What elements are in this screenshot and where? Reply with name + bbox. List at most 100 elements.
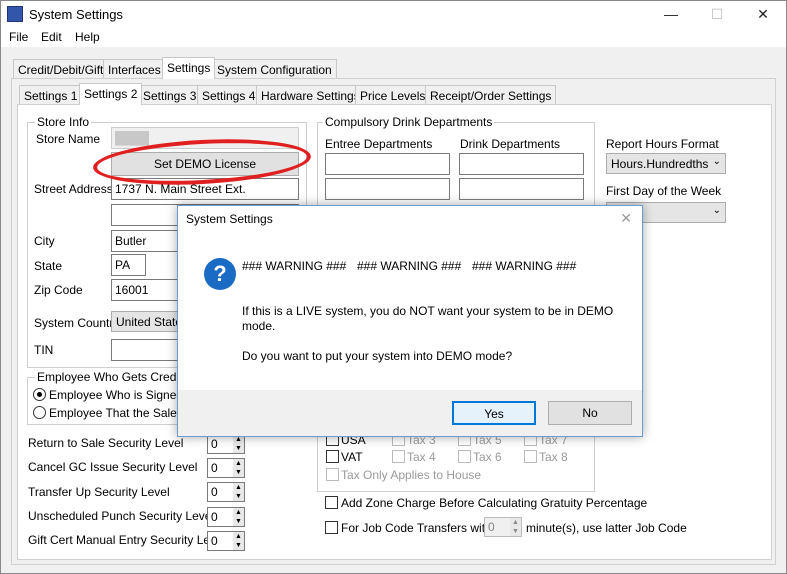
- return-sale-security-label: Return to Sale Security Level: [28, 436, 184, 450]
- report-hours-format-combo[interactable]: Hours.Hundredths ⌄: [606, 153, 726, 174]
- spin-up-icon: ▲: [233, 459, 244, 468]
- window-title: System Settings: [29, 7, 123, 22]
- zone-charge-label: Add Zone Charge Before Calculating Gratu…: [341, 496, 648, 510]
- yes-button[interactable]: Yes: [452, 401, 536, 425]
- spin-up-icon: ▲: [233, 483, 244, 492]
- cancel-gc-security-label: Cancel GC Issue Security Level: [28, 460, 198, 474]
- job-code-minutes-spinner[interactable]: 0 ▲ ▼: [484, 517, 522, 537]
- tab-price-levels[interactable]: Price Levels: [355, 85, 431, 105]
- drink-departments-title: Compulsory Drink Departments: [323, 115, 495, 129]
- employee-signed-radio[interactable]: [33, 388, 46, 401]
- vat-checkbox[interactable]: [326, 450, 339, 463]
- tab-hardware-settings[interactable]: Hardware Settings: [256, 85, 365, 105]
- report-hours-format-value: Hours.Hundredths: [611, 157, 709, 171]
- minimize-button[interactable]: —: [648, 1, 694, 27]
- store-name-field[interactable]: ████: [111, 127, 299, 149]
- unscheduled-punch-security-spinner[interactable]: 0 ▲ ▼: [207, 507, 245, 527]
- report-hours-format-label: Report Hours Format: [606, 137, 719, 151]
- tab-settings-3[interactable]: Settings 3: [138, 85, 202, 105]
- menu-bar: File Edit Help: [1, 27, 786, 47]
- spin-down-icon: ▼: [233, 492, 244, 501]
- title-bar: System Settings — ☐ ✕: [1, 1, 786, 27]
- first-day-label: First Day of the Week: [606, 184, 722, 198]
- employee-credit-title: Employee Who Gets Credit fo: [35, 370, 198, 384]
- cancel-gc-security-spinner[interactable]: 0 ▲ ▼: [207, 458, 245, 478]
- entree-department-1[interactable]: [325, 153, 450, 175]
- menu-edit[interactable]: Edit: [41, 30, 62, 44]
- tax-house-checkbox[interactable]: [326, 468, 339, 481]
- demo-confirm-dialog: System Settings ✕ ? ### WARNING ### ### …: [177, 205, 643, 437]
- store-info-title: Store Info: [35, 115, 92, 129]
- street-address-field[interactable]: 1737 N. Main Street Ext.: [111, 178, 299, 200]
- dialog-close-icon[interactable]: ✕: [620, 210, 632, 227]
- employee-sale-label: Employee That the Sale is: [49, 406, 189, 420]
- chevron-down-icon: ⌄: [712, 205, 721, 216]
- drink-department-2[interactable]: [459, 178, 584, 200]
- tax8-label: Tax 8: [539, 450, 568, 464]
- dialog-line-1: If this is a LIVE system, you do NOT wan…: [242, 304, 614, 318]
- dialog-footer: Yes No: [178, 390, 642, 436]
- state-field[interactable]: PA: [111, 254, 146, 276]
- city-label: City: [34, 234, 55, 248]
- tab-settings-4[interactable]: Settings 4: [197, 85, 261, 105]
- main-window: System Settings — ☐ ✕ File Edit Help Cre…: [0, 0, 787, 574]
- zip-code-label: Zip Code: [34, 283, 83, 297]
- job-code-suffix-label: minute(s), use latter Job Code: [526, 521, 687, 535]
- tab-interfaces[interactable]: Interfaces: [103, 59, 166, 79]
- menu-file[interactable]: File: [9, 30, 28, 44]
- dialog-title-bar: System Settings ✕: [178, 206, 642, 232]
- spin-up-icon: ▲: [233, 532, 244, 541]
- tax4-checkbox[interactable]: [392, 450, 405, 463]
- set-demo-license-button[interactable]: Set DEMO License: [111, 152, 299, 176]
- spin-up-icon: ▲: [233, 508, 244, 517]
- spin-down-icon: ▼: [233, 541, 244, 550]
- dialog-title: System Settings: [186, 212, 273, 226]
- employee-signed-label: Employee Who is Signed C: [49, 388, 196, 402]
- no-button[interactable]: No: [548, 401, 632, 425]
- tab-settings[interactable]: Settings: [162, 57, 216, 79]
- gift-cert-security-label: Gift Cert Manual Entry Security Level: [28, 533, 226, 547]
- return-sale-security-spinner[interactable]: 0 ▲ ▼: [207, 434, 245, 454]
- transfer-up-security-label: Transfer Up Security Level: [28, 485, 170, 499]
- system-country-label: System Country: [34, 316, 120, 330]
- transfer-up-security-spinner[interactable]: 0 ▲ ▼: [207, 482, 245, 502]
- maximize-button[interactable]: ☐: [694, 1, 740, 27]
- tab-settings-2[interactable]: Settings 2: [79, 83, 143, 105]
- spin-up-icon: ▲: [510, 518, 521, 527]
- tin-label: TIN: [34, 343, 54, 357]
- state-label: State: [34, 259, 63, 273]
- menu-help[interactable]: Help: [75, 30, 100, 44]
- job-code-checkbox[interactable]: [325, 521, 338, 534]
- spin-down-icon: ▼: [233, 468, 244, 477]
- tax8-checkbox[interactable]: [524, 450, 537, 463]
- zone-charge-checkbox[interactable]: [325, 496, 338, 509]
- spin-down-icon: ▼: [233, 517, 244, 526]
- spin-down-icon: ▼: [510, 527, 521, 536]
- tax-house-label: Tax Only Applies to House: [341, 468, 482, 482]
- gift-cert-security-spinner[interactable]: 0 ▲ ▼: [207, 531, 245, 551]
- tab-settings-1[interactable]: Settings 1: [19, 85, 83, 105]
- drink-departments-label: Drink Departments: [460, 137, 561, 151]
- employee-sale-radio[interactable]: [33, 406, 46, 419]
- entree-departments-label: Entree Departments: [325, 137, 433, 151]
- tab-receipt-order-settings[interactable]: Receipt/Order Settings: [425, 85, 557, 105]
- tax6-label: Tax 6: [473, 450, 502, 464]
- tab-system-configuration[interactable]: System Configuration: [212, 59, 337, 79]
- drink-department-1[interactable]: [459, 153, 584, 175]
- street-address-label: Street Address: [34, 182, 113, 196]
- spin-down-icon: ▼: [233, 444, 244, 453]
- store-name-label: Store Name: [36, 132, 101, 146]
- app-icon: [7, 6, 23, 22]
- dialog-line-2: mode.: [242, 319, 276, 333]
- chevron-down-icon: ⌄: [712, 156, 721, 167]
- close-button[interactable]: ✕: [740, 1, 786, 27]
- vat-label: VAT: [341, 450, 363, 464]
- entree-department-2[interactable]: [325, 178, 450, 200]
- tab-credit-debit-gift[interactable]: Credit/Debit/Gift: [13, 59, 109, 79]
- tax4-label: Tax 4: [407, 450, 436, 464]
- warning-text-3: ### WARNING ###: [472, 259, 577, 273]
- job-code-label: For Job Code Transfers within: [341, 521, 502, 535]
- tax6-checkbox[interactable]: [458, 450, 471, 463]
- warning-text-2: ### WARNING ###: [357, 259, 462, 273]
- warning-text-1: ### WARNING ###: [242, 259, 347, 273]
